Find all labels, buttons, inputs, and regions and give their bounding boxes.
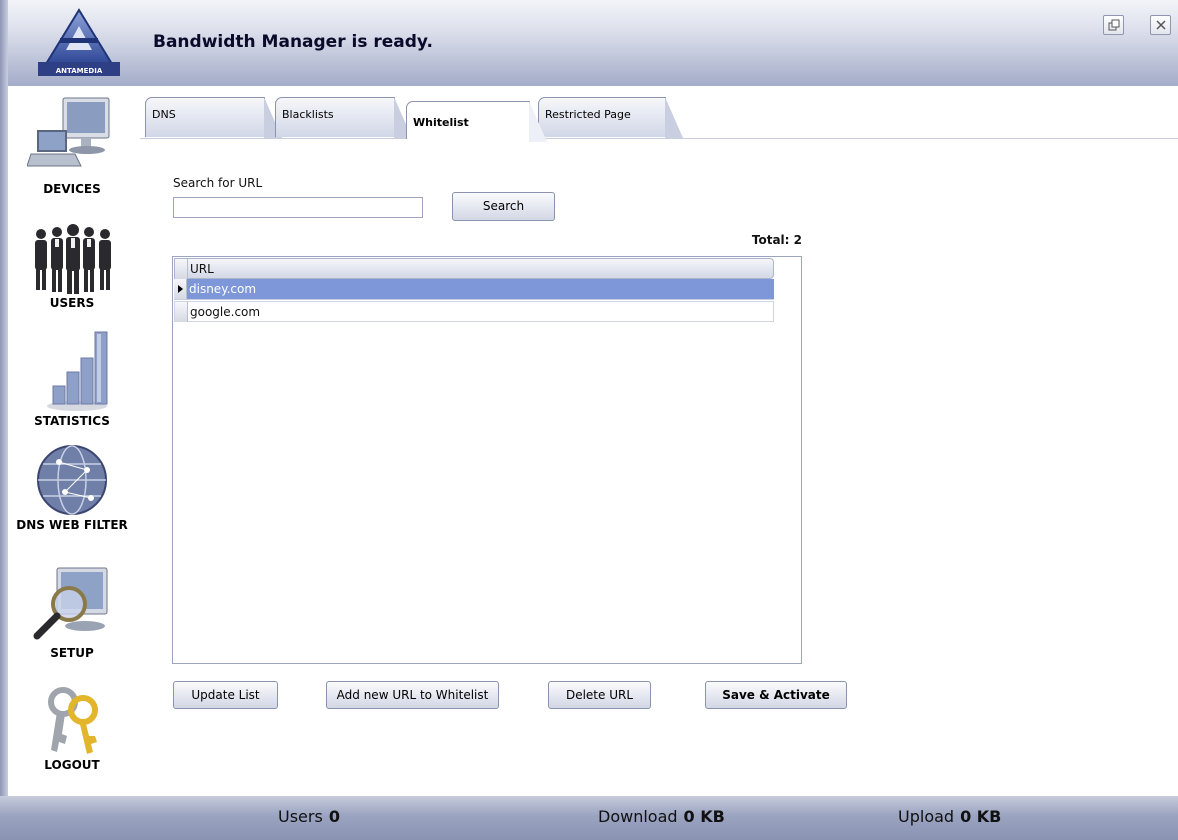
sidebar: DEVICES USERS STATISTICS DNS WEB FILTER … bbox=[8, 86, 136, 796]
magnifier-monitor-icon bbox=[33, 567, 108, 640]
save-activate-button[interactable]: Save & Activate bbox=[705, 681, 847, 709]
restore-button[interactable] bbox=[1103, 15, 1124, 35]
grid-header[interactable]: URL bbox=[174, 258, 774, 279]
sidebar-item-devices[interactable]: DEVICES bbox=[8, 94, 136, 196]
table-row[interactable]: disney.com bbox=[174, 279, 774, 300]
sidebar-item-statistics[interactable]: STATISTICS bbox=[8, 328, 136, 428]
window-left-border bbox=[0, 0, 8, 840]
tab-label: Restricted Page bbox=[545, 108, 631, 121]
restore-icon bbox=[1108, 19, 1120, 31]
download-value: 0 KB bbox=[683, 807, 725, 826]
upload-label: Upload bbox=[898, 807, 955, 826]
row-selector[interactable] bbox=[174, 279, 187, 299]
sidebar-item-label: DEVICES bbox=[43, 182, 101, 196]
sidebar-item-setup[interactable]: SETUP bbox=[8, 564, 136, 660]
delete-url-button[interactable]: Delete URL bbox=[548, 681, 651, 709]
globe-icon bbox=[37, 445, 107, 515]
users-stat: Users 0 bbox=[278, 807, 340, 826]
sidebar-item-label: DNS WEB FILTER bbox=[16, 518, 128, 532]
bar-chart-icon bbox=[47, 331, 108, 411]
tab-bar: DNS Blacklists Whitelist Restricted Page bbox=[140, 97, 1178, 142]
cell-url: google.com bbox=[190, 305, 261, 319]
sidebar-item-label: USERS bbox=[49, 296, 95, 310]
users-label: Users bbox=[278, 807, 323, 826]
users-icon bbox=[35, 224, 111, 294]
sidebar-item-label: LOGOUT bbox=[44, 758, 100, 772]
sidebar-item-dns-web-filter[interactable]: DNS WEB FILTER bbox=[8, 442, 136, 532]
column-header-url[interactable]: URL bbox=[190, 259, 214, 279]
logo-text: ANTAMEDIA bbox=[56, 67, 103, 75]
status-bar: Users 0 Download 0 KB Upload 0 KB bbox=[0, 796, 1178, 840]
url-grid[interactable]: URL disney.com google.com bbox=[172, 256, 802, 664]
tab-divider bbox=[140, 138, 1178, 139]
sidebar-item-logout[interactable]: LOGOUT bbox=[8, 680, 136, 772]
tab-blacklists[interactable]: Blacklists bbox=[275, 97, 412, 138]
computer-icon bbox=[27, 97, 110, 167]
download-stat: Download 0 KB bbox=[598, 807, 725, 826]
cell-url: disney.com bbox=[189, 282, 257, 296]
row-selector[interactable] bbox=[175, 302, 188, 322]
update-list-button[interactable]: Update List bbox=[173, 681, 278, 709]
sidebar-item-users[interactable]: USERS bbox=[8, 222, 136, 310]
current-row-arrow-icon bbox=[178, 285, 183, 293]
users-value: 0 bbox=[328, 807, 340, 826]
table-row[interactable]: google.com bbox=[174, 301, 774, 322]
download-label: Download bbox=[598, 807, 678, 826]
header-bar: ANTAMEDIA Bandwidth Manager is ready. bbox=[8, 0, 1178, 86]
close-icon bbox=[1156, 20, 1166, 30]
status-title: Bandwidth Manager is ready. bbox=[153, 32, 433, 52]
tab-label: Whitelist bbox=[413, 116, 469, 129]
total-count: Total: 2 bbox=[751, 233, 802, 247]
search-button[interactable]: Search bbox=[452, 192, 555, 221]
tab-dns[interactable]: DNS bbox=[145, 97, 282, 138]
tab-label: Blacklists bbox=[282, 108, 334, 121]
keys-icon bbox=[48, 687, 98, 754]
tab-label: DNS bbox=[152, 108, 176, 121]
close-button[interactable] bbox=[1150, 15, 1171, 35]
sidebar-item-label: STATISTICS bbox=[34, 414, 110, 428]
sidebar-item-label: SETUP bbox=[50, 646, 94, 660]
tab-whitelist[interactable]: Whitelist bbox=[406, 101, 547, 142]
add-url-button[interactable]: Add new URL to Whitelist bbox=[326, 681, 499, 709]
upload-stat: Upload 0 KB bbox=[898, 807, 1001, 826]
search-input[interactable] bbox=[173, 197, 423, 218]
upload-value: 0 KB bbox=[960, 807, 1002, 826]
header-indicator bbox=[175, 259, 188, 279]
search-label: Search for URL bbox=[173, 176, 263, 190]
antamedia-logo: ANTAMEDIA bbox=[34, 8, 124, 78]
tab-restricted-page[interactable]: Restricted Page bbox=[538, 97, 683, 138]
